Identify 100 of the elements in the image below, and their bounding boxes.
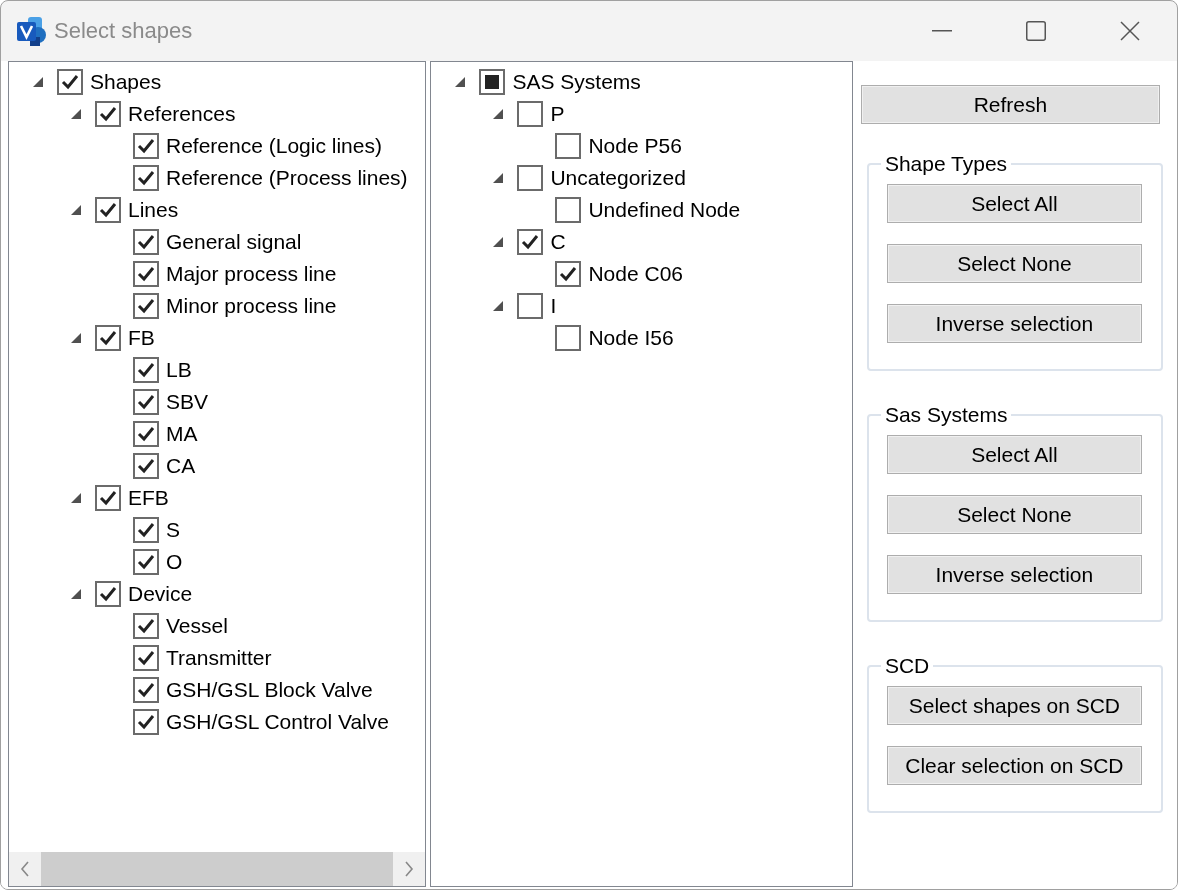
tree-item-label[interactable]: O	[166, 550, 183, 574]
action-button[interactable]: Clear selection on SCD	[886, 746, 1142, 785]
tree-checkbox[interactable]	[95, 101, 121, 127]
tree-item-label[interactable]: Minor process line	[166, 294, 337, 318]
tree-checkbox[interactable]	[95, 485, 121, 511]
checkmark-icon	[61, 74, 79, 90]
window-title: Select shapes	[54, 18, 194, 44]
tree-checkbox[interactable]	[133, 293, 159, 319]
tree-item-label[interactable]: P	[550, 102, 565, 126]
refresh-button[interactable]: Refresh	[860, 85, 1160, 124]
maximize-icon[interactable]	[1026, 21, 1046, 41]
tree-item-label[interactable]: General signal	[166, 230, 302, 254]
tree-item-label[interactable]: S	[166, 518, 180, 542]
expanded-triangle-icon[interactable]	[493, 301, 504, 311]
checkmark-icon	[137, 458, 155, 474]
tree-item-label[interactable]: Lines	[128, 198, 179, 222]
tree-item-label[interactable]: C	[550, 230, 566, 254]
tree-checkbox[interactable]	[95, 325, 121, 351]
tree-checkbox[interactable]	[95, 197, 121, 223]
tree-item-label[interactable]: MA	[166, 422, 198, 446]
tree-item-label[interactable]: Undefined Node	[588, 198, 741, 222]
action-button[interactable]: Select All	[886, 435, 1142, 474]
tree-checkbox[interactable]	[133, 165, 159, 191]
tree-item-label[interactable]: SBV	[166, 390, 209, 414]
action-button[interactable]: Inverse selection	[886, 555, 1142, 594]
tree-checkbox[interactable]	[555, 197, 582, 223]
tree-checkbox[interactable]	[555, 261, 582, 287]
tree-item-label[interactable]: GSH/GSL Block Valve	[166, 678, 373, 702]
tree-item-label[interactable]: Vessel	[166, 614, 228, 638]
group-title: SCD	[883, 654, 931, 678]
tree-checkbox[interactable]	[95, 581, 121, 607]
checkmark-icon	[137, 234, 155, 250]
tree-item-label[interactable]: Major process line	[166, 262, 337, 286]
tree-item-label[interactable]: EFB	[128, 486, 169, 510]
tree-checkbox[interactable]	[517, 165, 544, 191]
checkmark-icon	[99, 586, 117, 602]
tree-item-label[interactable]: I	[550, 294, 557, 318]
tree-item-label[interactable]: FB	[128, 326, 155, 350]
checkmark-icon	[99, 490, 117, 506]
tree-checkbox[interactable]	[517, 229, 544, 255]
tree-checkbox[interactable]	[133, 645, 159, 671]
expanded-triangle-icon[interactable]	[71, 493, 81, 503]
close-icon[interactable]	[1120, 21, 1140, 41]
action-button[interactable]: Select None	[886, 244, 1142, 283]
tree-checkbox[interactable]	[133, 709, 159, 735]
expanded-triangle-icon[interactable]	[71, 589, 81, 599]
chevron-left-icon[interactable]	[20, 861, 30, 877]
expanded-triangle-icon[interactable]	[71, 333, 81, 343]
tree-item-label[interactable]: Shapes	[90, 70, 162, 94]
checkmark-icon	[137, 554, 155, 570]
expanded-triangle-icon[interactable]	[493, 237, 504, 247]
checkmark-icon	[137, 522, 155, 538]
tree-checkbox[interactable]	[133, 517, 159, 543]
action-button[interactable]: Select All	[886, 184, 1142, 223]
tree-item-label[interactable]: GSH/GSL Control Valve	[166, 710, 389, 734]
tree-item-label[interactable]: Device	[128, 582, 193, 606]
minimize-icon[interactable]	[932, 30, 952, 32]
action-button[interactable]: Select shapes on SCD	[886, 686, 1142, 725]
tree-item-label[interactable]: Reference (Process lines)	[166, 166, 408, 190]
tree-item-label[interactable]: Node I56	[588, 326, 674, 350]
checkmark-icon	[137, 394, 155, 410]
expanded-triangle-icon[interactable]	[71, 109, 81, 119]
app-logo-icon	[16, 15, 48, 47]
tree-checkbox[interactable]	[133, 613, 159, 639]
tree-checkbox[interactable]	[133, 453, 159, 479]
tree-item-label[interactable]: References	[128, 102, 236, 126]
tree-checkbox[interactable]	[133, 549, 159, 575]
tree-checkbox[interactable]	[133, 357, 159, 383]
checkmark-icon	[137, 266, 155, 282]
tree-item-label[interactable]: Uncategorized	[550, 166, 686, 190]
expanded-triangle-icon[interactable]	[493, 173, 504, 183]
tree-checkbox[interactable]	[555, 133, 582, 159]
tree-checkbox[interactable]	[479, 69, 506, 95]
tree-item-label[interactable]: CA	[166, 454, 196, 478]
tree-checkbox[interactable]	[555, 325, 582, 351]
tree-checkbox[interactable]	[133, 229, 159, 255]
tree-item-label[interactable]: Reference (Logic lines)	[166, 134, 382, 158]
tree-checkbox[interactable]	[133, 389, 159, 415]
group-title: Sas Systems	[883, 403, 1009, 427]
tree-item-label[interactable]: Transmitter	[166, 646, 272, 670]
horizontal-scrollbar[interactable]	[9, 852, 426, 886]
tree-checkbox[interactable]	[133, 133, 159, 159]
tree-item-label[interactable]: SAS Systems	[512, 70, 641, 94]
expanded-triangle-icon[interactable]	[493, 109, 504, 119]
tree-item-label[interactable]: LB	[166, 358, 192, 382]
expanded-triangle-icon[interactable]	[455, 77, 466, 87]
tree-checkbox[interactable]	[133, 677, 159, 703]
chevron-right-icon[interactable]	[404, 861, 415, 877]
tree-checkbox[interactable]	[517, 293, 544, 319]
tree-checkbox[interactable]	[57, 69, 83, 95]
checkmark-icon	[137, 618, 155, 634]
tree-item-label[interactable]: Node C06	[588, 262, 683, 286]
action-button[interactable]: Select None	[886, 495, 1142, 534]
tree-checkbox[interactable]	[133, 421, 159, 447]
tree-checkbox[interactable]	[517, 101, 544, 127]
expanded-triangle-icon[interactable]	[33, 77, 43, 87]
tree-checkbox[interactable]	[133, 261, 159, 287]
action-button[interactable]: Inverse selection	[886, 304, 1142, 343]
tree-item-label[interactable]: Node P56	[588, 134, 682, 158]
expanded-triangle-icon[interactable]	[71, 205, 81, 215]
